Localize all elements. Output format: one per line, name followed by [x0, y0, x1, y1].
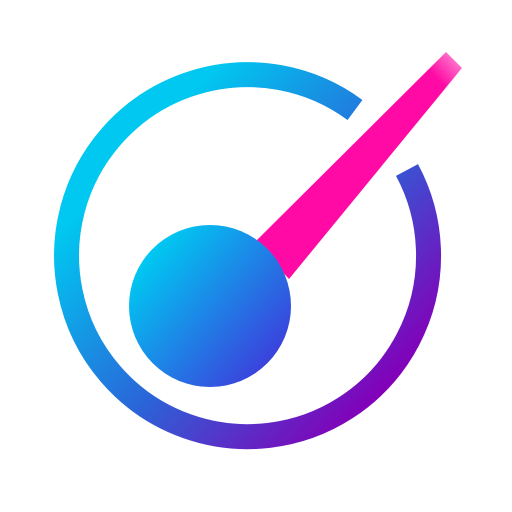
speedometer-gauge-icon: [54, 52, 462, 450]
app-logo: [0, 0, 512, 512]
gauge-hub: [129, 225, 291, 387]
